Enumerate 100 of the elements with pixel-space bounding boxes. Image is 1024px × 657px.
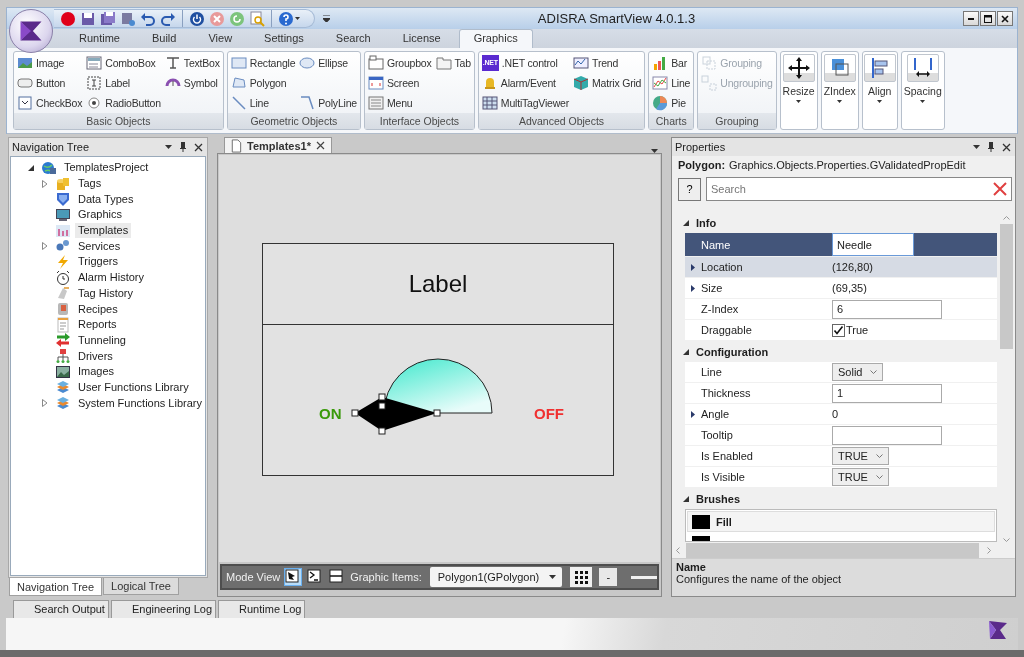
ribbon-button[interactable]: Line: [229, 93, 270, 112]
ribbon-tab[interactable]: Runtime: [65, 30, 134, 48]
ribbon-button[interactable]: Menu: [367, 93, 414, 112]
document-tab[interactable]: Templates1*: [224, 137, 332, 153]
ribbon-button[interactable]: PolyLine: [298, 93, 358, 112]
collapsed-triangle-icon[interactable]: [42, 179, 48, 188]
output-tab[interactable]: Engineering Log: [110, 600, 217, 618]
expand-triangle-icon[interactable]: [691, 410, 695, 418]
ribbon-tab[interactable]: Graphics: [458, 29, 533, 48]
maximize-button[interactable]: [980, 11, 996, 26]
tree-item[interactable]: Images: [75, 364, 118, 380]
ribbon-button[interactable]: Tab: [434, 53, 472, 72]
ribbon-button[interactable]: Polygon: [229, 73, 288, 92]
property-row[interactable]: Z-Index 6: [685, 299, 997, 319]
save-all-icon[interactable]: [100, 10, 116, 27]
ribbon-button[interactable]: Rectangle: [229, 53, 297, 72]
tree-item[interactable]: Drivers: [75, 348, 116, 364]
output-tab[interactable]: Search Output: [13, 600, 109, 618]
save-icon[interactable]: [80, 10, 96, 27]
ribbon-tab[interactable]: Build: [137, 30, 191, 48]
ribbon-button[interactable]: ComboBox: [85, 53, 157, 72]
ribbon-tab[interactable]: View: [194, 30, 247, 48]
panel-tab[interactable]: Navigation Tree: [9, 578, 103, 596]
property-row[interactable]: Is Visible TRUE: [685, 467, 997, 487]
tree-item[interactable]: User Functions Library: [75, 379, 192, 395]
tree-item[interactable]: Tags: [75, 176, 105, 192]
tree-item[interactable]: Reports: [75, 317, 120, 333]
dropdown[interactable]: TRUE: [832, 447, 889, 465]
help-button[interactable]: ?: [678, 177, 701, 201]
zoom-slider-track[interactable]: [631, 575, 657, 579]
ribbon-button[interactable]: Groupbox: [367, 53, 433, 72]
ribbon-button[interactable]: Button: [16, 73, 67, 92]
tree-item[interactable]: Services: [75, 238, 124, 254]
input-field[interactable]: 1: [832, 383, 942, 403]
ribbon-large-button[interactable]: Align: [863, 54, 896, 127]
ribbon-button[interactable]: Line: [651, 73, 692, 92]
input-field[interactable]: [832, 425, 942, 445]
expanded-triangle-icon[interactable]: [683, 495, 689, 502]
tree-item[interactable]: Triggers: [75, 254, 121, 270]
graphic-items-dropdown[interactable]: Polygon1(GPolygon): [429, 567, 563, 587]
ribbon-large-button[interactable]: ZIndex: [822, 54, 857, 127]
ribbon-large-button[interactable]: Spacing: [902, 54, 943, 127]
grid-button[interactable]: [570, 567, 593, 587]
ribbon-tab[interactable]: Settings: [250, 30, 318, 48]
dropdown-caret-icon[interactable]: [973, 145, 980, 149]
dropdown[interactable]: Solid: [832, 363, 884, 381]
needle[interactable]: [351, 393, 441, 435]
property-row[interactable]: Tooltip: [685, 425, 997, 445]
tree-item[interactable]: System Functions Library: [74, 395, 205, 411]
tree-item[interactable]: Tunneling: [75, 332, 129, 348]
ribbon-button[interactable]: Alarm/Event: [480, 73, 557, 92]
dropdown-caret-icon[interactable]: [165, 145, 172, 149]
close-icon[interactable]: [194, 142, 203, 152]
collapsed-triangle-icon[interactable]: [42, 242, 48, 251]
brush-row[interactable]: Fill: [687, 511, 995, 532]
close-icon[interactable]: [1002, 142, 1011, 152]
tree-item[interactable]: TemplatesProject: [61, 160, 152, 176]
help-button[interactable]: [278, 10, 300, 27]
minimize-button[interactable]: [963, 11, 979, 26]
dropdown[interactable]: TRUE: [832, 468, 889, 486]
ribbon-button[interactable]: CheckBox: [16, 93, 84, 112]
search-field[interactable]: Search: [706, 177, 1012, 201]
ribbon-button[interactable]: MultiTagViewer: [480, 93, 571, 112]
ribbon-button[interactable]: Label: [85, 73, 131, 92]
power-icon[interactable]: [189, 10, 205, 27]
customize-caret-icon[interactable]: [323, 15, 330, 22]
tree-item[interactable]: Recipes: [75, 301, 121, 317]
ribbon-tab[interactable]: Search: [321, 30, 385, 48]
output-tab[interactable]: Runtime Log: [218, 600, 306, 618]
tree-item[interactable]: Alarm History: [75, 270, 147, 286]
tree-item[interactable]: Graphics: [75, 207, 126, 223]
input-field[interactable]: 6: [832, 299, 942, 319]
ribbon-button[interactable]: Image: [16, 53, 66, 72]
expand-triangle-icon[interactable]: [691, 263, 695, 271]
expand-triangle-icon[interactable]: [691, 284, 695, 292]
property-row[interactable]: Line Solid: [685, 362, 997, 382]
ribbon-button[interactable]: Trend: [572, 53, 620, 72]
ribbon-button[interactable]: Pie: [651, 93, 687, 112]
property-row[interactable]: Size (69,35): [685, 278, 997, 298]
close-icon[interactable]: [316, 141, 325, 150]
property-row[interactable]: Thickness 1: [685, 383, 997, 403]
input-field[interactable]: Needle: [832, 233, 914, 256]
collapsed-triangle-icon[interactable]: [41, 399, 48, 408]
ribbon-tab[interactable]: License: [388, 30, 455, 48]
property-row[interactable]: Name Needle: [685, 233, 997, 256]
ribbon-button[interactable]: Screen: [367, 73, 421, 92]
tree-item[interactable]: Tag History: [75, 285, 137, 301]
zoom-out-button[interactable]: -: [599, 568, 618, 586]
property-row[interactable]: Draggable True: [685, 320, 997, 340]
expanded-triangle-icon[interactable]: [683, 348, 689, 355]
expanded-triangle-icon[interactable]: [683, 219, 689, 226]
pin-icon[interactable]: [179, 142, 187, 152]
ribbon-button[interactable]: Matrix Grid: [572, 73, 643, 92]
record-icon[interactable]: [60, 10, 76, 27]
expanded-triangle-icon[interactable]: [28, 164, 34, 171]
tree-item[interactable]: Data Types: [75, 191, 137, 207]
close-button[interactable]: [997, 11, 1013, 26]
property-row[interactable]: Is Enabled TRUE: [685, 446, 997, 466]
property-row[interactable]: Angle 0: [685, 404, 997, 424]
tree-item[interactable]: Templates: [75, 223, 132, 239]
